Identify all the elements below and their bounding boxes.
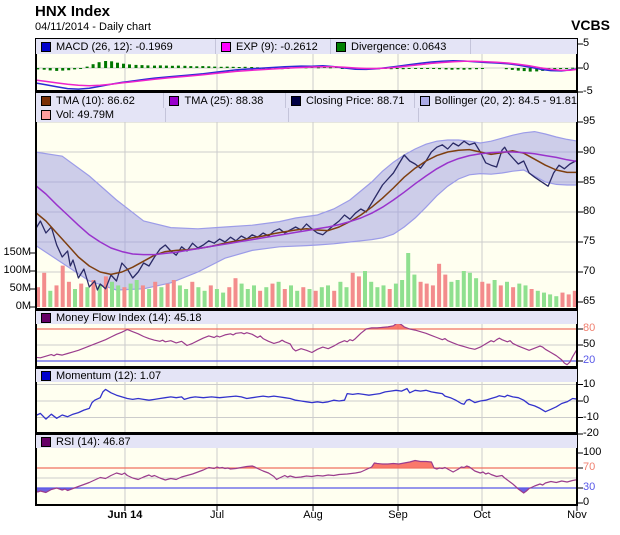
close-legend-item: Closing Price: 88.71 — [286, 93, 414, 108]
tma25-legend-item: TMA (25): 88.38 — [164, 93, 286, 108]
legend-spacer — [419, 108, 577, 122]
x-tick-label-jun-14: Jun 14 — [95, 509, 155, 522]
main-y-tick-label: 65 — [583, 295, 619, 308]
divergence-legend-item: Divergence: 0.0643 — [331, 39, 471, 54]
volume-y-tick-label: 50M — [0, 282, 31, 295]
mom-y-tick-label: 0 — [583, 394, 619, 407]
close-swatch — [291, 96, 301, 106]
divergence-swatch — [336, 42, 346, 52]
exp-legend-item: EXP (9): -0.2612 — [216, 39, 331, 54]
mom-y-tick-label: 10 — [583, 378, 619, 391]
macd-y-tick-label: 5 — [583, 37, 619, 50]
momentum-swatch — [41, 371, 51, 381]
momentum-legend: Momentum (12): 1.07 — [36, 369, 577, 382]
legend-spacer — [289, 108, 419, 122]
macd-swatch — [41, 42, 51, 52]
macd-y-tick-label: -5 — [583, 85, 619, 98]
x-tick-label-jul: Jul — [187, 509, 247, 522]
main-y-tick-label: 70 — [583, 265, 619, 278]
price-legend-row1: TMA (10): 86.62 TMA (25): 88.38 Closing … — [36, 93, 577, 108]
exp-swatch — [221, 42, 231, 52]
x-tick-label-oct: Oct — [452, 509, 512, 522]
mfi-legend-item: Money Flow Index (14): 45.18 — [36, 311, 577, 324]
macd-y-tick-label: 0 — [583, 61, 619, 74]
mfi-y-tick-label: 50 — [583, 338, 619, 351]
mfi-swatch — [41, 313, 51, 323]
volume-y-tick-label: 150M — [0, 246, 31, 259]
volume-y-tick-label: 0M — [0, 300, 31, 313]
tma10-swatch — [41, 96, 51, 106]
rsi-y-tick-label: 0 — [583, 496, 619, 509]
macd-legend: MACD (26, 12): -0.1969 EXP (9): -0.2612 … — [36, 39, 577, 54]
x-tick-label-sep: Sep — [368, 509, 428, 522]
main-y-tick-label: 80 — [583, 205, 619, 218]
main-y-tick-label: 75 — [583, 235, 619, 248]
rsi-legend-item: RSI (14): 46.87 — [36, 435, 577, 448]
tma25-swatch — [169, 96, 179, 106]
rsi-swatch — [41, 437, 51, 447]
tma10-legend-item: TMA (10): 86.62 — [36, 93, 164, 108]
volume-legend-item: Vol: 49.79M — [36, 108, 166, 122]
mom-y-tick-label: -10 — [583, 411, 619, 424]
bollinger-legend-item: Bollinger (20, 2): 84.5 - 91.81 — [415, 93, 577, 108]
mom-y-tick-label: -20 — [583, 427, 619, 440]
momentum-legend-item: Momentum (12): 1.07 — [36, 369, 577, 382]
main-y-tick-label: 95 — [583, 115, 619, 128]
mfi-y-tick-label: 80 — [583, 322, 619, 335]
volume-y-tick-label: 100M — [0, 264, 31, 277]
chart-window: HNX Index 04/11/2014 - Daily chart VCBS … — [0, 0, 620, 535]
rsi-legend: RSI (14): 46.87 — [36, 435, 577, 448]
x-tick-label-nov: Nov — [547, 509, 607, 522]
x-tick-label-aug: Aug — [283, 509, 343, 522]
volume-swatch — [41, 110, 51, 120]
mfi-y-tick-label: 20 — [583, 354, 619, 367]
chart-canvas — [0, 0, 620, 535]
legend-spacer — [471, 39, 577, 54]
bollinger-swatch — [420, 96, 430, 106]
main-y-tick-label: 85 — [583, 175, 619, 188]
main-y-tick-label: 90 — [583, 145, 619, 158]
macd-legend-item: MACD (26, 12): -0.1969 — [36, 39, 216, 54]
price-legend-row2: Vol: 49.79M — [36, 108, 577, 122]
rsi-y-tick-label: 70 — [583, 461, 619, 474]
mfi-legend: Money Flow Index (14): 45.18 — [36, 311, 577, 324]
legend-spacer — [166, 108, 289, 122]
rsi-y-tick-label: 30 — [583, 481, 619, 494]
rsi-y-tick-label: 100 — [583, 446, 619, 459]
